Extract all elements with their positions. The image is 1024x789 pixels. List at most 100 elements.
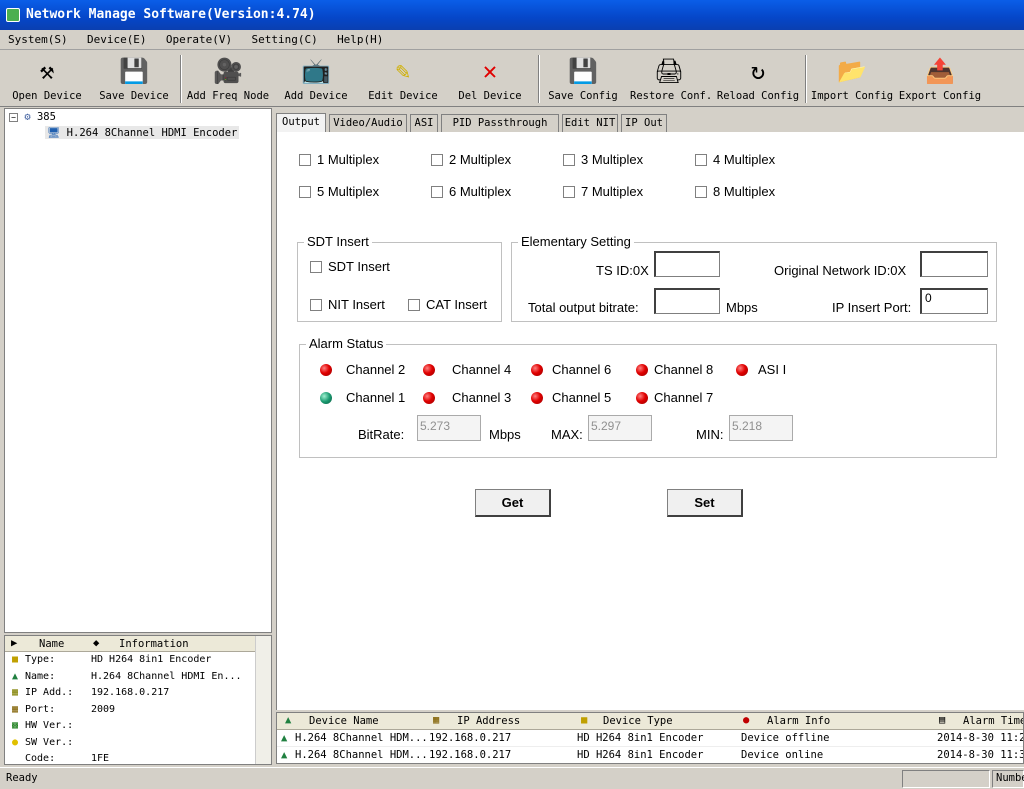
info-col-name[interactable]: Name — [39, 638, 64, 650]
device-alarm-list: ▲ Device Name ▦ IP Address ■ Device Type… — [276, 712, 1024, 764]
table-row[interactable]: ▲ H.264 8Channel HDM... 192.168.0.217 HD… — [277, 730, 1023, 747]
sdt-insert-group: SDT Insert SDT Insert NIT Insert CAT Ins… — [297, 234, 502, 322]
info-row: ▦ IP Add.: 192.168.0.217 — [5, 685, 271, 702]
multiplex-4-checkbox[interactable] — [695, 154, 707, 166]
multiplex-5-checkbox[interactable] — [299, 186, 311, 198]
save-config-icon: 💾 — [568, 57, 598, 85]
bitrate-unit: Mbps — [489, 427, 521, 442]
max-label: MAX: — [551, 427, 583, 442]
add-device-button[interactable]: 📺 Add Device — [280, 53, 352, 105]
col-alarm-time[interactable]: Alarm Time — [963, 715, 1023, 727]
import-config-button[interactable]: 📂 Import Config — [810, 53, 894, 105]
min-readout: 5.218 — [729, 415, 793, 441]
title-bar: Network Manage Software(Version:4.74) — [0, 0, 1024, 30]
multiplex-2-checkbox[interactable] — [431, 154, 443, 166]
network-icon: ▦ — [11, 687, 19, 698]
cat-insert-label: CAT Insert — [426, 297, 487, 312]
menu-system[interactable]: System(S) — [0, 30, 76, 50]
restore-config-button[interactable]: 🖨 Restore Conf. — [630, 53, 712, 105]
tab-asi[interactable]: ASI — [410, 114, 438, 132]
ip-col-icon: ▦ — [433, 714, 440, 726]
tab-ip-out[interactable]: IP Out — [621, 114, 667, 132]
reload-config-button[interactable]: ↻ Reload Config — [716, 53, 800, 105]
toolbar-separator — [180, 55, 182, 103]
col-device-name[interactable]: Device Name — [309, 715, 379, 727]
save-config-button[interactable]: 💾 Save Config — [546, 53, 620, 105]
alarm-col-icon: ● — [743, 714, 750, 726]
multiplex-3-checkbox[interactable] — [563, 154, 575, 166]
multiplex-5-label: 5 Multiplex — [317, 184, 380, 199]
multiplex-7-checkbox[interactable] — [563, 186, 575, 198]
toolbar: ⚒ Open Device 💾 Save Device 🎥 Add Freq N… — [0, 51, 1024, 107]
add-freq-node-button[interactable]: 🎥 Add Freq Node — [186, 53, 270, 105]
tab-pid-passthrough[interactable]: PID Passthrough — [441, 114, 559, 132]
sdt-insert-checkbox[interactable] — [310, 261, 322, 273]
time-col-icon: ▤ — [939, 714, 946, 726]
cat-insert-checkbox[interactable] — [408, 299, 420, 311]
device-info-panel: ▶ Name ◆ Information ■ Type: HD H264 8in1 … — [4, 635, 272, 765]
device-type-col-icon: ■ — [581, 714, 588, 726]
tab-output[interactable]: Output — [276, 113, 326, 133]
chip-icon: ▩ — [11, 720, 19, 731]
tree-device-item[interactable]: 🖥 H.264 8Channel HDMI Encoder — [45, 126, 240, 139]
bitrate-readout: 5.273 — [417, 415, 481, 441]
nit-insert-checkbox[interactable] — [310, 299, 322, 311]
collapse-icon[interactable]: − — [9, 113, 18, 122]
table-row[interactable]: ▲ H.264 8Channel HDM... 192.168.0.217 HD… — [277, 747, 1023, 763]
info-header: ▶ Name ◆ Information — [5, 636, 271, 652]
channel-1-label: Channel 1 — [346, 390, 406, 405]
multiplex-8-label: 8 Multiplex — [713, 184, 776, 199]
multiplex-6-checkbox[interactable] — [431, 186, 443, 198]
add-device-icon: 📺 — [301, 57, 331, 85]
info-name-icon: ▶ — [11, 637, 18, 649]
restore-config-icon: 🖨 — [653, 57, 685, 85]
alarm-group-title: Alarm Status — [306, 336, 387, 351]
sdt-group-title: SDT Insert — [304, 234, 372, 249]
tab-edit-nit[interactable]: Edit NIT — [562, 114, 618, 132]
reload-config-icon: ↻ — [750, 57, 766, 85]
tab-video-audio[interactable]: Video/Audio — [329, 114, 407, 132]
bitrate-unit-label: Mbps — [726, 300, 758, 315]
channel-4-status-led — [423, 364, 435, 376]
bulb-icon: ● — [11, 736, 19, 748]
edit-device-button[interactable]: ✎ Edit Device — [366, 53, 440, 105]
menu-setting[interactable]: Setting(C) — [243, 30, 325, 50]
set-button[interactable]: Set — [667, 489, 743, 517]
status-panel — [902, 770, 990, 788]
multiplex-6-label: 6 Multiplex — [449, 184, 512, 199]
delete-device-button[interactable]: ✕ Del Device — [456, 53, 524, 105]
col-alarm-info[interactable]: Alarm Info — [767, 715, 830, 727]
menu-operate[interactable]: Operate(V) — [158, 30, 240, 50]
total-output-bitrate-label: Total output bitrate: — [528, 300, 639, 315]
multiplex-1-checkbox[interactable] — [299, 154, 311, 166]
multiplex-1-label: 1 Multiplex — [317, 152, 380, 167]
total-output-bitrate-input[interactable] — [654, 288, 720, 314]
col-ip-address[interactable]: IP Address — [457, 715, 520, 727]
device-list-header: ▲ Device Name ▦ IP Address ■ Device Type… — [277, 713, 1023, 730]
channel-6-label: Channel 6 — [552, 362, 612, 377]
save-device-button[interactable]: 💾 Save Device — [96, 53, 172, 105]
get-button[interactable]: Get — [475, 489, 551, 517]
info-scrollbar[interactable] — [255, 636, 271, 764]
tree-root[interactable]: − ⚙ 385 — [9, 111, 56, 123]
ts-id-label: TS ID:0X — [596, 263, 649, 278]
ts-id-input[interactable] — [654, 251, 720, 277]
open-device-button[interactable]: ⚒ Open Device — [8, 53, 86, 105]
device-tree[interactable]: − ⚙ 385 🖥 H.264 8Channel HDMI Encoder — [4, 108, 272, 633]
save-device-icon: 💾 — [119, 57, 149, 85]
multiplex-4-label: 4 Multiplex — [713, 152, 776, 167]
menu-device[interactable]: Device(E) — [79, 30, 155, 50]
original-network-id-input[interactable] — [920, 251, 988, 277]
menu-help[interactable]: Help(H) — [329, 30, 391, 50]
channel-4-label: Channel 4 — [452, 362, 512, 377]
bitrate-label: BitRate: — [358, 427, 405, 442]
network-icon: ⚙ — [24, 111, 31, 123]
col-device-type[interactable]: Device Type — [603, 715, 673, 727]
channel-7-status-led — [636, 392, 648, 404]
info-col-information[interactable]: Information — [119, 638, 189, 650]
multiplex-8-checkbox[interactable] — [695, 186, 707, 198]
ip-insert-port-input[interactable]: 0 — [920, 288, 988, 314]
info-row: ■ Type: HD H264 8in1 Encoder — [5, 652, 271, 669]
open-device-icon: ⚒ — [39, 57, 55, 85]
export-config-button[interactable]: 📤 Export Config — [898, 53, 982, 105]
